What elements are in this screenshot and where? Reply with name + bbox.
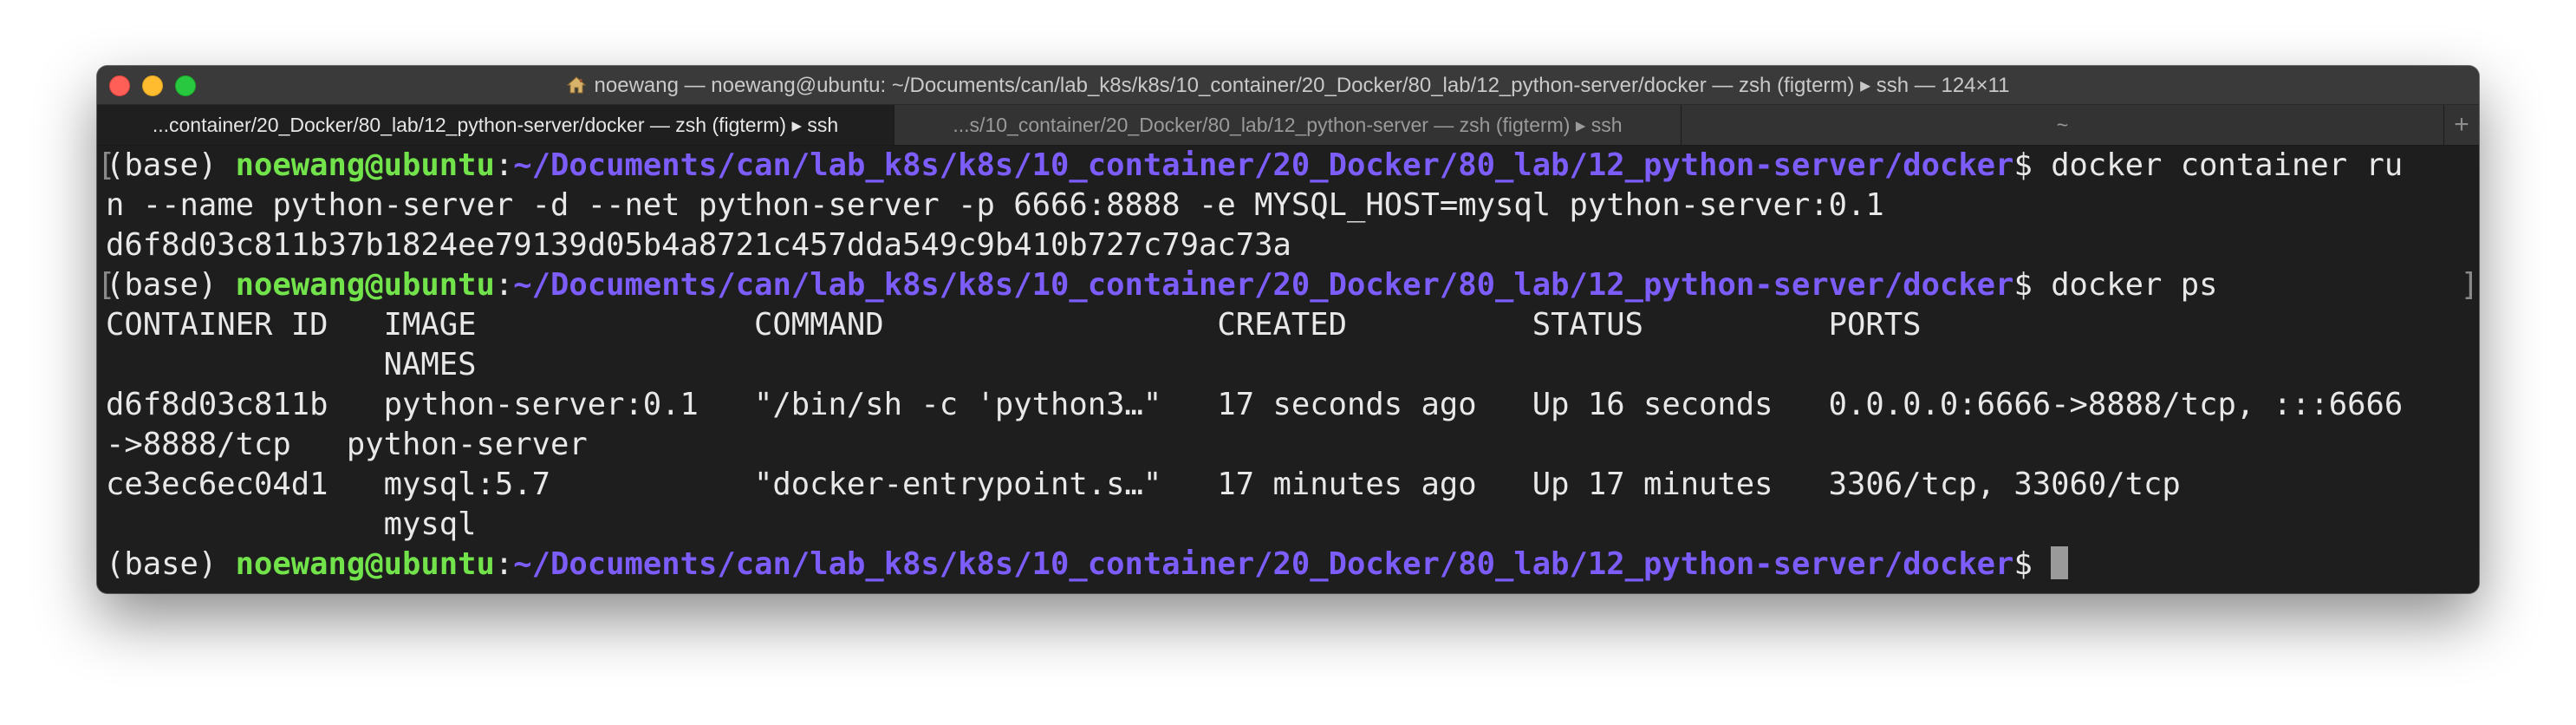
window-title: noewang — noewang@ubuntu: ~/Documents/ca…: [236, 66, 2340, 104]
prompt-user-host: noewang@ubuntu: [235, 147, 495, 183]
terminal-line: CONTAINER ID IMAGE COMMAND CREATED STATU…: [106, 307, 1922, 343]
prompt-separator: :: [494, 147, 514, 183]
terminal-line: d6f8d03c811b python-server:0.1 "/bin/sh …: [106, 387, 2404, 422]
prompt-symbol: $: [2013, 147, 2052, 183]
terminal-line: ->8888/tcp python-server: [106, 427, 588, 462]
tab-docker-dir[interactable]: ...container/20_Docker/80_lab/12_python-…: [97, 105, 894, 145]
terminal-output[interactable]: [(base) noewang@ubuntu:~/Documents/can/l…: [97, 146, 2479, 593]
line-wrap-marker: [: [97, 267, 116, 303]
window-title-text: noewang — noewang@ubuntu: ~/Documents/ca…: [594, 73, 2010, 97]
command-text: docker ps: [2051, 267, 2218, 303]
terminal-line: n --name python-server -d --net python-s…: [106, 187, 1884, 223]
line-wrap-marker: [: [97, 147, 116, 183]
prompt-user-host: noewang@ubuntu: [235, 546, 495, 582]
tab-label: ...container/20_Docker/80_lab/12_python-…: [152, 113, 839, 136]
prompt-path: ~/Documents/can/lab_k8s/k8s/10_container…: [513, 147, 2014, 183]
terminal-cursor: [2051, 546, 2069, 579]
prompt-symbol: $: [2013, 267, 2052, 303]
terminal-line: mysql: [106, 506, 477, 542]
title-bar[interactable]: noewang — noewang@ubuntu: ~/Documents/ca…: [97, 66, 2479, 105]
prompt-symbol: $: [2013, 546, 2052, 582]
minimize-window-button[interactable]: [142, 75, 163, 96]
stage: noewang — noewang@ubuntu: ~/Documents/ca…: [0, 0, 2576, 725]
prompt-path: ~/Documents/can/lab_k8s/k8s/10_container…: [513, 546, 2014, 582]
terminal-line: (base) noewang@ubuntu:~/Documents/can/la…: [106, 545, 2479, 585]
prompt-env: (base): [106, 147, 236, 183]
command-text: docker container ru: [2051, 147, 2404, 183]
terminal-line: ce3ec6ec04d1 mysql:5.7 "docker-entrypoin…: [106, 467, 2181, 502]
line-wrap-marker: ]: [2460, 267, 2479, 303]
maximize-window-button[interactable]: [175, 75, 196, 96]
prompt-separator: :: [494, 267, 514, 303]
terminal-window: noewang — noewang@ubuntu: ~/Documents/ca…: [97, 66, 2479, 593]
tab-python-server-dir[interactable]: ...s/10_container/20_Docker/80_lab/12_py…: [894, 105, 1682, 145]
close-window-button[interactable]: [109, 75, 130, 96]
terminal-line: NAMES: [106, 347, 477, 382]
plus-icon: +: [2454, 110, 2469, 139]
home-icon: [566, 76, 586, 94]
terminal-line: d6f8d03c811b37b1824ee79139d05b4a8721c457…: [106, 227, 1291, 263]
prompt-separator: :: [494, 546, 514, 582]
prompt-path: ~/Documents/can/lab_k8s/k8s/10_container…: [513, 267, 2014, 303]
terminal-line: [(base) noewang@ubuntu:~/Documents/can/l…: [97, 265, 2479, 305]
tab-bar: ...container/20_Docker/80_lab/12_python-…: [97, 105, 2479, 146]
prompt-env: (base): [106, 267, 236, 303]
new-tab-button[interactable]: +: [2444, 105, 2479, 145]
prompt-user-host: noewang@ubuntu: [235, 267, 495, 303]
terminal-line: [(base) noewang@ubuntu:~/Documents/can/l…: [97, 146, 2479, 186]
tab-label: ~: [2056, 113, 2069, 136]
prompt-env: (base): [106, 546, 236, 582]
tab-label: ...s/10_container/20_Docker/80_lab/12_py…: [953, 113, 1623, 136]
tab-home[interactable]: ~: [1682, 105, 2444, 145]
